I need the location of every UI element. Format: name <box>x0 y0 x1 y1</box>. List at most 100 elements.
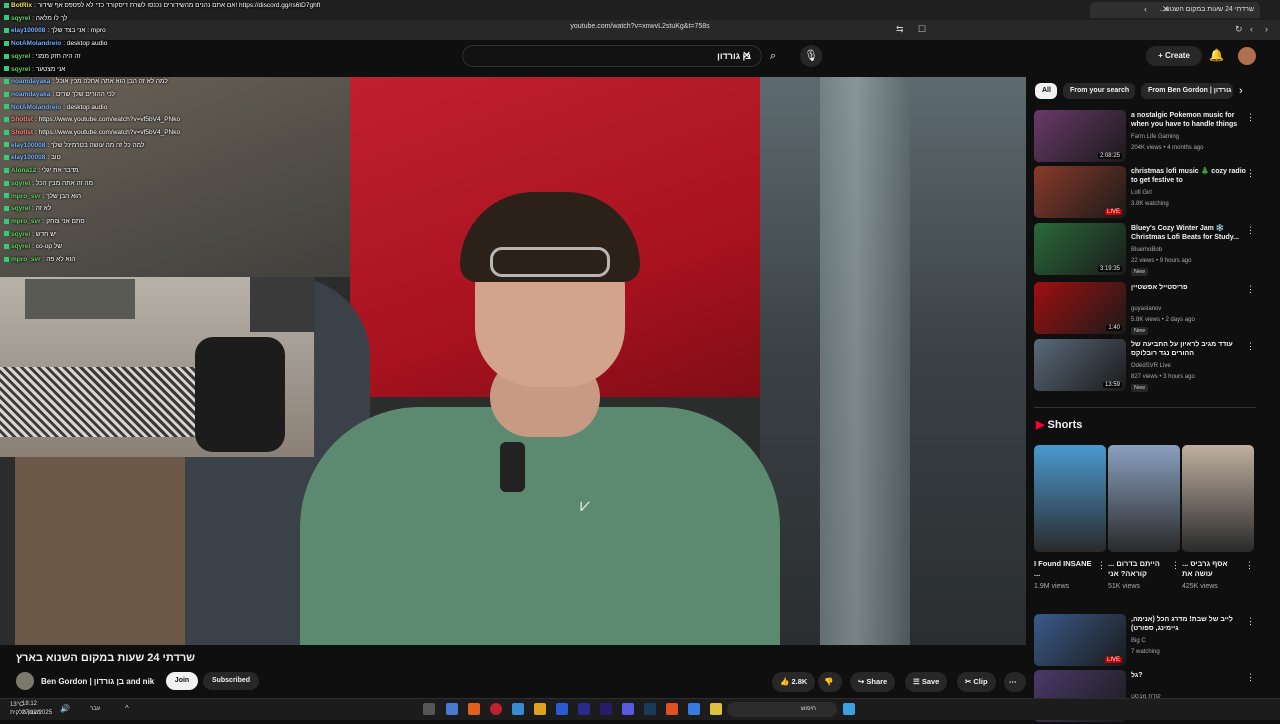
video-thumbnail[interactable]: LIVE <box>1034 166 1126 218</box>
clear-search-icon[interactable]: ✕ <box>742 49 751 62</box>
notifications-icon[interactable]: 🔔 <box>1209 48 1224 62</box>
channel-name[interactable]: Ben Gordon | בן גורדון and nik <box>41 677 154 686</box>
tab-close-icon[interactable]: ✕ <box>1162 4 1170 15</box>
video-title[interactable]: פריסטייל אפשטיין <box>1131 283 1246 292</box>
filter-chip[interactable]: All <box>1035 83 1057 99</box>
taskbar-app-icon[interactable] <box>556 703 568 715</box>
clock-time[interactable]: 18:12 <box>22 701 37 707</box>
chat-message: NotAMolandreio: desktop audio <box>4 104 107 115</box>
short-item[interactable]: הייתם בדרום ... קוראה? אני 51K views ⋮ <box>1108 445 1180 590</box>
video-title[interactable]: לייב של שבת! מדרג הכל (אנימה, גיימינג, ס… <box>1131 615 1246 633</box>
video-thumbnail[interactable]: 1:40 <box>1034 282 1126 334</box>
recommended-video[interactable]: 13:59 עודד מגיב לראיון על התביעה של ההורי… <box>1034 339 1259 393</box>
discord-icon[interactable] <box>622 703 634 715</box>
recommended-video[interactable]: LIVE לייב של שבת! מדרג הכל (אנימה, גיימינ… <box>1034 614 1259 668</box>
duration-badge: 2:08:25 <box>1097 153 1122 159</box>
channel-name[interactable]: guyaslanov <box>1131 306 1161 312</box>
short-title[interactable]: הייתם בדרום ... קוראה? אני <box>1108 559 1170 579</box>
tab-back-icon[interactable]: ‹ <box>1144 4 1147 14</box>
video-title[interactable]: a nostalgic Pokemon music for when you h… <box>1131 111 1246 129</box>
taskbar-app-icon[interactable] <box>490 703 502 715</box>
more-vert-icon[interactable]: ⋮ <box>1171 560 1180 571</box>
create-button[interactable]: + Create <box>1146 46 1202 66</box>
dislike-button[interactable]: 👎 <box>818 672 842 692</box>
video-title[interactable]: Bluey's Cozy Winter Jam ❄️ Christmas Lof… <box>1131 224 1246 242</box>
filter-chip[interactable]: From your search <box>1063 83 1135 99</box>
short-thumbnail[interactable] <box>1034 445 1106 552</box>
recommended-video[interactable]: 3:19:35 Bluey's Cozy Winter Jam ❄️ Christ… <box>1034 223 1259 277</box>
chat-message: mpro_svr: הוא לא פה <box>4 256 75 267</box>
back-icon[interactable]: ‹ <box>1250 24 1253 34</box>
channel-name[interactable]: BluemoBob <box>1131 247 1162 253</box>
taskbar-app-icon[interactable] <box>688 703 700 715</box>
chat-text: זה היה חזק ממני <box>35 52 81 60</box>
more-vert-icon[interactable]: ⋮ <box>1246 672 1255 683</box>
short-thumbnail[interactable] <box>1182 445 1254 552</box>
recommended-video[interactable]: LIVE christmas lofi music 🎄 cozy radio to… <box>1034 166 1259 220</box>
after-effects-icon[interactable] <box>578 703 590 715</box>
video-title[interactable]: גל? <box>1131 671 1246 680</box>
chevron-right-icon[interactable]: › <box>1239 85 1243 97</box>
translate-icon[interactable]: ⇆ <box>896 24 904 35</box>
save-button[interactable]: ☰ Save <box>905 672 948 692</box>
tray-chevron-icon[interactable]: ^ <box>125 704 129 713</box>
video-thumbnail[interactable]: 2:08:25 <box>1034 110 1126 162</box>
channel-avatar[interactable] <box>16 672 34 690</box>
more-vert-icon[interactable]: ⋮ <box>1246 225 1255 236</box>
short-title[interactable]: אסף גרביס ... עושה את <box>1182 559 1244 579</box>
video-thumbnail[interactable]: LIVE <box>1034 614 1126 666</box>
file-explorer-icon[interactable] <box>710 703 722 715</box>
chat-message: Shotlst: https://www.youtube.com/watch?v… <box>4 129 180 140</box>
language-indicator[interactable]: עבר <box>90 706 100 712</box>
browser-tab[interactable]: שרדתי 24 שעות במקום השנוא... <box>1090 2 1260 18</box>
bookmark-icon[interactable]: ☐ <box>918 24 926 35</box>
join-button[interactable]: Join <box>166 672 198 690</box>
search-input[interactable]: בן גורדון <box>462 45 762 67</box>
premiere-icon[interactable] <box>600 703 612 715</box>
share-button[interactable]: ↪ Share <box>850 672 896 692</box>
taskbar-app-icon[interactable] <box>534 703 546 715</box>
short-item[interactable]: אסף גרביס ... עושה את 425K views ⋮ <box>1182 445 1254 590</box>
channel-name[interactable]: Lofi Girl <box>1131 190 1152 196</box>
recommended-video[interactable]: 1:40 פריסטייל אפשטיין guyaslanov 5.8K views… <box>1034 282 1259 336</box>
more-vert-icon[interactable]: ⋮ <box>1097 560 1106 571</box>
more-actions-button[interactable]: ⋯ <box>1004 672 1026 692</box>
more-vert-icon[interactable]: ⋮ <box>1246 284 1255 295</box>
taskbar-app-icon[interactable] <box>423 703 435 715</box>
taskbar-app-icon[interactable] <box>512 703 524 715</box>
volume-icon[interactable]: 🔊 <box>60 704 70 713</box>
account-avatar[interactable] <box>1238 47 1256 65</box>
taskbar-app-icon[interactable] <box>468 703 480 715</box>
video-title[interactable]: עודד מגיב לראיון על התביעה של ההורים נגד… <box>1131 340 1246 358</box>
taskbar-search-box[interactable]: חיפוש <box>727 702 837 717</box>
subscribed-button[interactable]: Subscribed <box>203 672 259 690</box>
more-vert-icon[interactable]: ⋮ <box>1245 560 1254 571</box>
clock-date[interactable]: 27/12/2025 <box>22 710 52 716</box>
more-vert-icon[interactable]: ⋮ <box>1246 168 1255 179</box>
channel-name[interactable]: Farm Life Gaming <box>1131 134 1179 140</box>
video-title[interactable]: christmas lofi music 🎄 cozy radio to get… <box>1131 167 1246 185</box>
brave-icon[interactable] <box>666 703 678 715</box>
forward-icon[interactable]: › <box>1265 24 1268 34</box>
taskbar-app-icon[interactable] <box>446 703 458 715</box>
like-button[interactable]: 👍 2.8K <box>772 672 816 692</box>
microphone-icon[interactable]: 🎙 <box>800 45 822 67</box>
channel-name[interactable]: OdedSVR Live <box>1131 363 1171 369</box>
steam-icon[interactable] <box>644 703 656 715</box>
short-title[interactable]: I Found INSANE ... <box>1034 559 1096 579</box>
windows-start-icon[interactable] <box>843 703 855 715</box>
recommended-video[interactable]: 2:08:25 a nostalgic Pokemon music for whe… <box>1034 110 1259 164</box>
more-vert-icon[interactable]: ⋮ <box>1246 341 1255 352</box>
chat-badge-icon <box>4 193 9 199</box>
short-thumbnail[interactable] <box>1108 445 1180 552</box>
channel-name[interactable]: Big C <box>1131 638 1146 644</box>
clip-button[interactable]: ✂ Clip <box>957 672 996 692</box>
more-vert-icon[interactable]: ⋮ <box>1246 112 1255 123</box>
video-thumbnail[interactable]: 13:59 <box>1034 339 1126 391</box>
video-thumbnail[interactable]: 3:19:35 <box>1034 223 1126 275</box>
search-icon[interactable]: ⌕ <box>762 45 784 67</box>
filter-chip[interactable]: From Ben Gordon | בן גורדון <box>1141 83 1233 99</box>
reload-icon[interactable]: ↻ <box>1235 24 1243 35</box>
short-item[interactable]: I Found INSANE ... 1.9M views ⋮ <box>1034 445 1106 590</box>
more-vert-icon[interactable]: ⋮ <box>1246 616 1255 627</box>
